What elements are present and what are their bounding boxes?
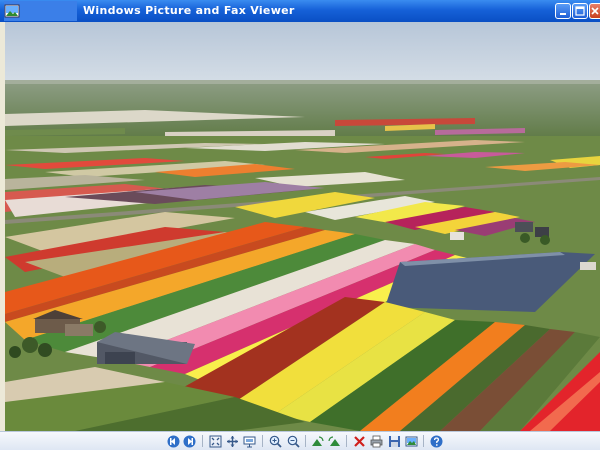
open-for-editing-button[interactable] bbox=[404, 434, 418, 448]
help-icon bbox=[430, 435, 442, 447]
maximize-icon bbox=[575, 6, 585, 16]
rotate-counterclockwise-button[interactable] bbox=[327, 434, 341, 448]
close-button[interactable] bbox=[589, 3, 600, 19]
close-icon bbox=[591, 7, 599, 15]
open-for-editing-icon bbox=[405, 436, 417, 446]
best-fit-icon bbox=[209, 435, 221, 447]
start-slideshow-icon bbox=[243, 436, 255, 447]
viewer-toolbar bbox=[0, 431, 600, 450]
save-button[interactable] bbox=[387, 434, 401, 448]
rotate-counterclockwise-icon bbox=[327, 435, 340, 446]
next-image-button[interactable] bbox=[182, 434, 196, 448]
save-icon bbox=[388, 435, 400, 447]
toolbar-separator bbox=[202, 435, 203, 447]
zoom-in-button[interactable] bbox=[268, 434, 282, 448]
delete-icon bbox=[353, 435, 365, 447]
picture-viewer-app-icon[interactable] bbox=[4, 3, 20, 19]
title-bar[interactable]: Windows Picture and Fax Viewer bbox=[0, 0, 600, 22]
rotate-clockwise-button[interactable] bbox=[310, 434, 324, 448]
zoom-in-icon bbox=[269, 435, 282, 448]
actual-size-button[interactable] bbox=[225, 434, 239, 448]
minimize-icon bbox=[560, 13, 566, 15]
print-icon bbox=[370, 435, 382, 447]
minimize-button[interactable] bbox=[555, 3, 571, 19]
help-button[interactable] bbox=[429, 434, 443, 448]
toolbar-separator bbox=[346, 435, 347, 447]
previous-image-icon bbox=[167, 435, 179, 447]
tulip-fields-aerial-photo bbox=[5, 22, 600, 431]
previous-image-button[interactable] bbox=[166, 434, 180, 448]
next-image-icon bbox=[183, 435, 195, 447]
toolbar-separator bbox=[262, 435, 263, 447]
picture-viewer-window: Windows Picture and Fax Viewer bbox=[0, 0, 600, 450]
print-button[interactable] bbox=[369, 434, 383, 448]
maximize-button[interactable] bbox=[572, 3, 588, 19]
start-slideshow-button[interactable] bbox=[242, 434, 256, 448]
actual-size-icon bbox=[226, 435, 238, 447]
zoom-out-icon bbox=[287, 435, 300, 448]
delete-button[interactable] bbox=[352, 434, 366, 448]
image-viewport[interactable] bbox=[5, 22, 600, 431]
toolbar-separator bbox=[423, 435, 424, 447]
toolbar-separator bbox=[305, 435, 306, 447]
zoom-out-button[interactable] bbox=[286, 434, 300, 448]
rotate-clockwise-icon bbox=[311, 435, 324, 446]
best-fit-button[interactable] bbox=[208, 434, 222, 448]
window-title: Windows Picture and Fax Viewer bbox=[83, 4, 295, 17]
